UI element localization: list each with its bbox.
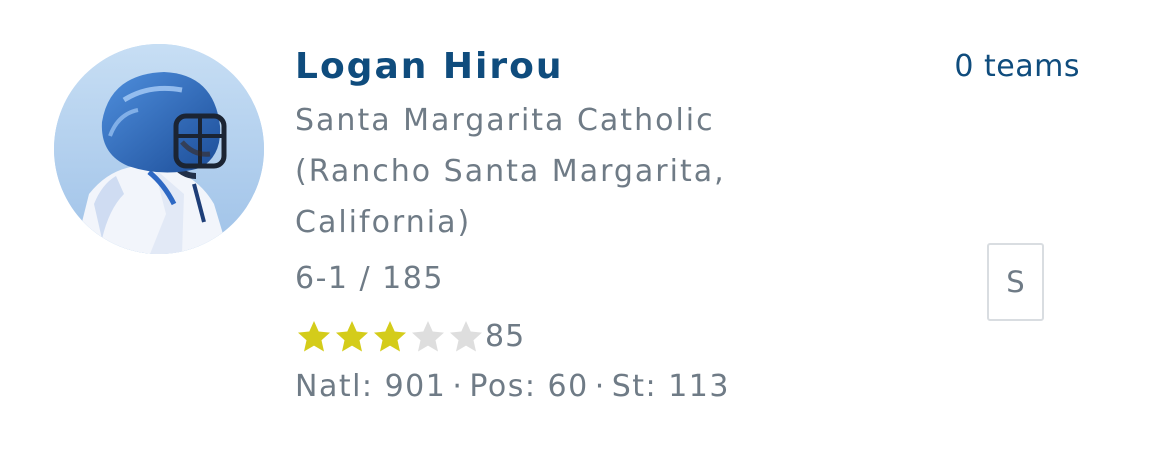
player-info: Logan Hirou Santa Margarita Catholic (Ra… — [295, 40, 895, 407]
position-rank: Pos: 60 — [469, 369, 589, 404]
rating-row: 85 — [295, 317, 895, 357]
player-school: Santa Margarita Catholic (Rancho Santa M… — [295, 95, 835, 248]
school-line: California) — [295, 205, 472, 240]
star-filled-icon — [371, 318, 409, 356]
player-avatar[interactable] — [54, 44, 264, 254]
player-name-link[interactable]: Logan Hirou — [295, 40, 895, 94]
school-line: (Rancho Santa Margarita, — [295, 154, 726, 189]
separator: · — [594, 369, 606, 404]
rating-score: 85 — [485, 319, 526, 354]
star-rating — [295, 318, 485, 356]
national-rank: Natl: 901 — [295, 369, 447, 404]
player-card: Logan Hirou Santa Margarita Catholic (Ra… — [0, 0, 1170, 449]
school-line: Santa Margarita Catholic — [295, 103, 715, 138]
status-box[interactable]: S — [987, 243, 1044, 321]
rankings: Natl: 901 · Pos: 60 · St: 113 — [295, 367, 895, 407]
star-empty-icon — [409, 318, 447, 356]
height-weight: 6-1 / 185 — [295, 261, 444, 296]
star-filled-icon — [295, 318, 333, 356]
teams-link[interactable]: 0 teams — [954, 48, 1080, 86]
separator: · — [452, 369, 464, 404]
player-photo — [54, 44, 264, 254]
star-empty-icon — [447, 318, 485, 356]
state-rank: St: 113 — [611, 369, 730, 404]
star-filled-icon — [333, 318, 371, 356]
